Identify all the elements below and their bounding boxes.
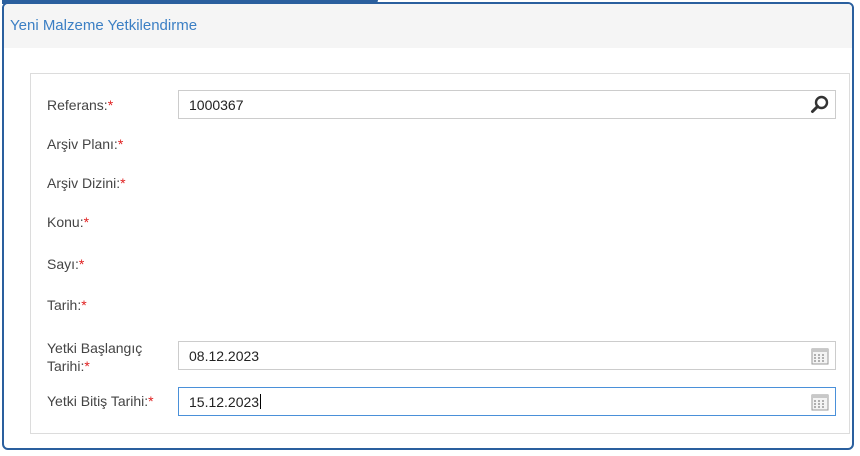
required-marker: * — [81, 297, 87, 313]
arsiv-dizini-row: Arşiv Dizini:* — [31, 174, 849, 194]
arsiv-dizini-label: Arşiv Dizini:* — [47, 175, 126, 191]
required-marker: * — [148, 393, 154, 409]
konu-label: Konu:* — [47, 214, 90, 230]
required-marker: * — [120, 175, 126, 191]
arsiv-plani-row: Arşiv Planı:* — [31, 135, 849, 155]
tarih-label: Tarih:* — [47, 297, 87, 313]
dialog-title: Yeni Malzeme Yetkilendirme — [10, 17, 198, 34]
referans-row: Referans:* 1000367 — [31, 90, 849, 120]
yetki-bitis-date-input[interactable]: 15.12.2023 — [178, 387, 836, 416]
yetki-bitis-label: Yetki Bitiş Tarihi:* — [47, 393, 154, 409]
required-marker: * — [83, 214, 90, 230]
arsiv-plani-label: Arşiv Planı:* — [47, 136, 124, 152]
sayi-label: Sayı:* — [47, 256, 85, 272]
calendar-icon[interactable] — [811, 393, 829, 411]
required-marker: * — [84, 358, 90, 374]
dialog-titlebar: Yeni Malzeme Yetkilendirme — [4, 4, 852, 48]
konu-row: Konu:* — [31, 213, 849, 233]
tarih-row: Tarih:* — [31, 296, 849, 316]
required-marker: * — [78, 256, 85, 272]
calendar-icon[interactable] — [811, 347, 829, 365]
required-marker: * — [107, 97, 114, 113]
yetki-baslangic-row: Yetki Başlangıç Tarihi:* 08.12.2023 — [31, 339, 849, 379]
yetki-bitis-row: Yetki Bitiş Tarihi:* 15.12.2023 — [31, 386, 849, 416]
referans-input[interactable]: 1000367 — [178, 90, 836, 119]
required-marker: * — [117, 136, 124, 152]
referans-label: Referans:* — [47, 97, 114, 113]
form-panel: Referans:* 1000367 Arşiv Planı:* Arşiv D… — [30, 73, 850, 434]
sayi-row: Sayı:* — [31, 255, 849, 275]
yetki-baslangic-label: Yetki Başlangıç Tarihi:* — [47, 340, 143, 374]
text-caret — [260, 394, 262, 409]
dialog-window: Yeni Malzeme Yetkilendirme Referans:* 10… — [2, 2, 854, 450]
search-icon[interactable] — [809, 94, 831, 116]
yetki-baslangic-date-input[interactable]: 08.12.2023 — [178, 341, 836, 370]
